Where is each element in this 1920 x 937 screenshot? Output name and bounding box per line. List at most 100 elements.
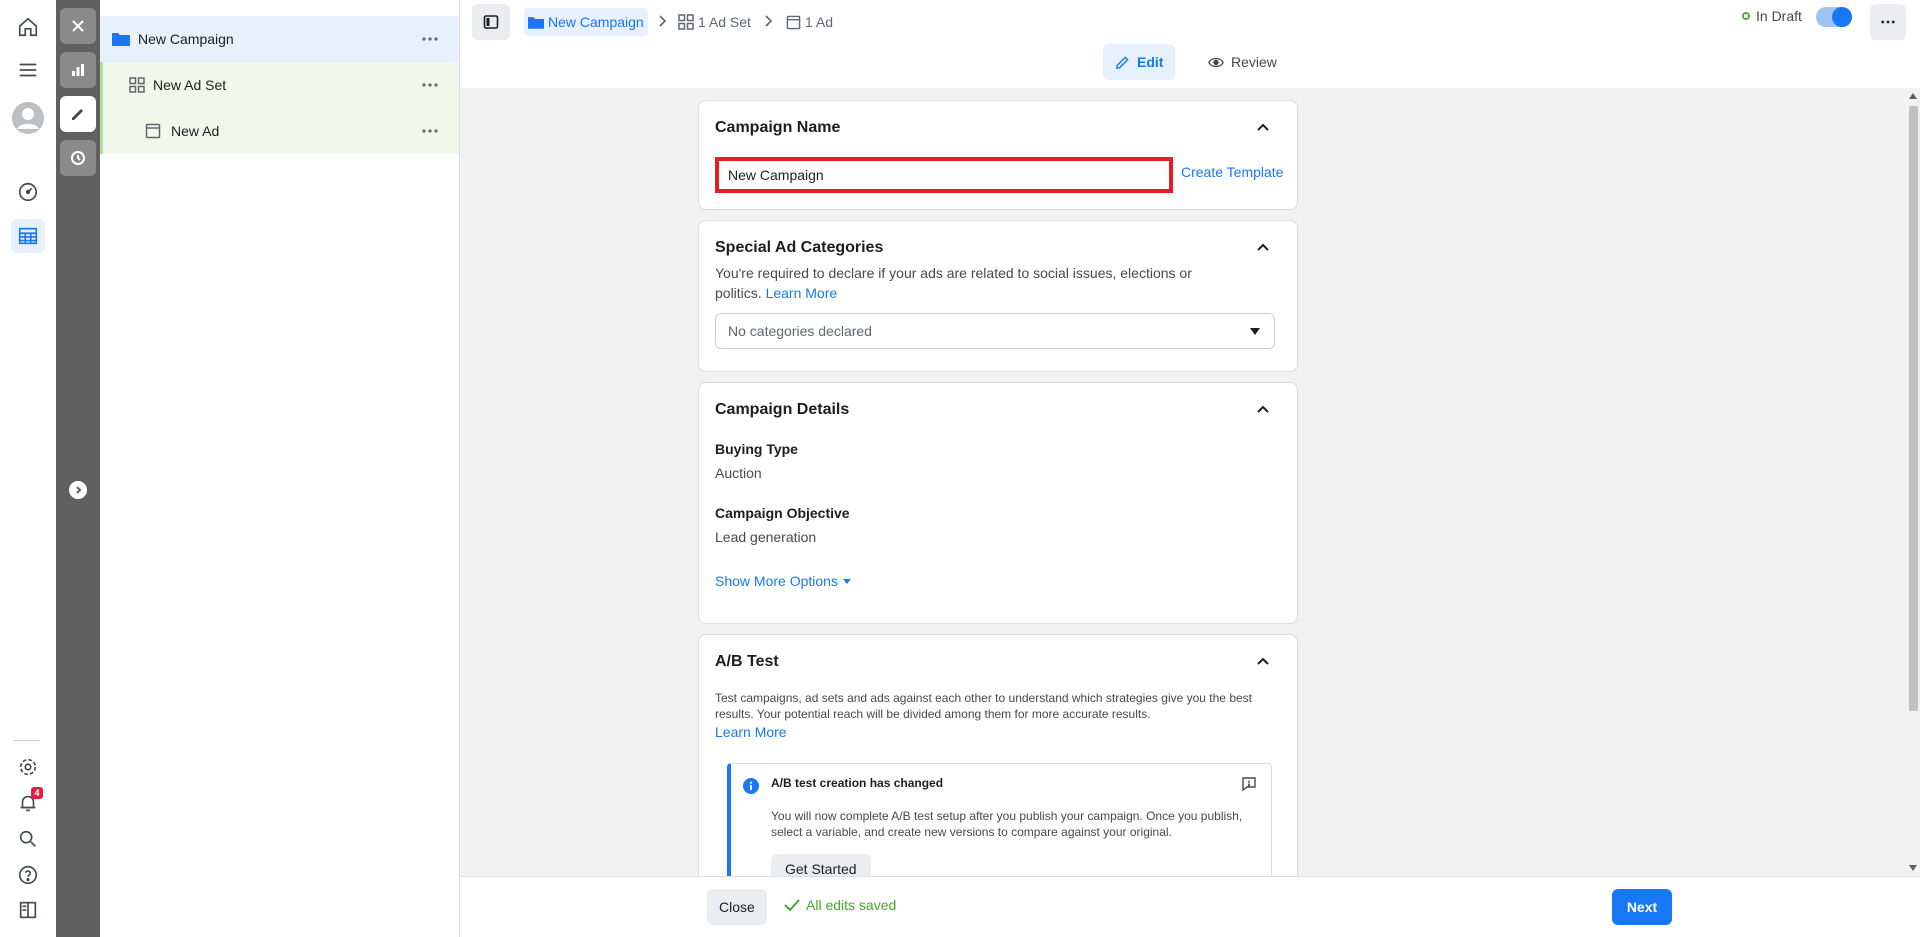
- eye-icon: [1208, 57, 1224, 67]
- more-options-icon[interactable]: [421, 77, 439, 93]
- notification-badge: 4: [31, 787, 43, 799]
- special-ad-categories-card: Special Ad Categories You're required to…: [698, 220, 1298, 372]
- ab-test-notice: A/B test creation has changed You will n…: [727, 763, 1272, 876]
- special-categories-select[interactable]: No categories declared: [715, 313, 1275, 349]
- campaign-tree-panel: New Campaign New Ad Set New Ad: [100, 0, 460, 937]
- ad-icon: [786, 15, 801, 29]
- feedback-panel-icon[interactable]: [11, 893, 45, 927]
- more-options-button[interactable]: [1870, 4, 1906, 40]
- close-editor-button[interactable]: [60, 8, 96, 44]
- buying-type-value: Auction: [715, 465, 762, 481]
- collapse-caret-icon[interactable]: [1257, 657, 1269, 665]
- avatar[interactable]: [11, 101, 45, 135]
- search-icon[interactable]: [11, 822, 45, 856]
- collapse-caret-icon[interactable]: [1257, 243, 1269, 251]
- chevron-right-icon: [765, 15, 773, 27]
- settings-icon[interactable]: [11, 750, 45, 784]
- campaign-name-input[interactable]: New Campaign: [715, 157, 1173, 193]
- caret-down-icon: [1250, 328, 1260, 335]
- create-template-link[interactable]: Create Template: [1181, 164, 1283, 180]
- performance-gauge-icon[interactable]: [11, 175, 45, 209]
- caret-down-icon: [842, 578, 851, 584]
- more-options-icon: [1881, 20, 1895, 24]
- close-button[interactable]: Close: [707, 889, 767, 925]
- card-title: Special Ad Categories: [715, 239, 884, 256]
- feedback-icon[interactable]: [1241, 776, 1257, 792]
- tree-item-label: New Ad: [171, 123, 220, 139]
- ad-set-grid-icon: [678, 14, 694, 30]
- ab-test-description: Test campaigns, ad sets and ads against …: [715, 691, 1252, 721]
- card-title: Campaign Details: [715, 401, 850, 418]
- collapse-caret-icon[interactable]: [1257, 405, 1269, 413]
- buying-type-label: Buying Type: [715, 441, 798, 457]
- global-nav: 4: [0, 0, 56, 937]
- breadcrumb-campaign[interactable]: New Campaign: [524, 8, 648, 36]
- review-mode-button[interactable]: Review: [1196, 44, 1289, 80]
- edit-mode-button[interactable]: Edit: [1103, 44, 1176, 80]
- get-started-button[interactable]: Get Started: [771, 854, 871, 876]
- edit-pencil-icon[interactable]: [60, 96, 96, 132]
- editor-content: Campaign Name New Campaign Create Templa…: [460, 88, 1920, 876]
- toggle-tree-panel-button[interactable]: [472, 4, 510, 40]
- editor-header: New Campaign 1 Ad Set 1 Ad In Draft Edit…: [460, 0, 1920, 88]
- content-scrollbar[interactable]: [1906, 88, 1920, 876]
- learn-more-link[interactable]: Learn More: [766, 285, 838, 301]
- learn-more-link[interactable]: Learn More: [715, 724, 787, 740]
- campaign-objective-label: Campaign Objective: [715, 505, 850, 521]
- save-status-label: All edits saved: [806, 897, 897, 913]
- expand-panel-icon[interactable]: [69, 481, 87, 499]
- breadcrumb-label: 1 Ad: [805, 14, 834, 30]
- toggle-knob: [1832, 7, 1852, 27]
- notice-body: You will now complete A/B test setup aft…: [771, 809, 1243, 839]
- show-more-options-link[interactable]: Show More Options: [715, 573, 851, 589]
- tree-item-label: New Campaign: [138, 31, 234, 47]
- scroll-down-arrow-icon[interactable]: [1909, 865, 1917, 871]
- ab-test-card: A/B Test Test campaigns, ad sets and ads…: [698, 634, 1298, 876]
- more-options-icon[interactable]: [421, 31, 439, 47]
- history-clock-icon[interactable]: [60, 140, 96, 176]
- campaign-objective-value: Lead generation: [715, 529, 817, 545]
- folder-icon: [528, 16, 544, 29]
- nav-divider: [14, 740, 40, 741]
- status-label: In Draft: [1756, 8, 1802, 24]
- chevron-right-icon: [659, 15, 667, 27]
- notifications-icon[interactable]: 4: [11, 786, 45, 820]
- editor-footer: Close All edits saved Next: [460, 876, 1920, 937]
- edit-pencil-icon: [1116, 55, 1129, 69]
- card-description: You're required to declare if your ads a…: [715, 263, 1215, 303]
- next-button[interactable]: Next: [1612, 889, 1672, 925]
- draft-status: In Draft: [1742, 8, 1802, 24]
- breadcrumb-ad-set[interactable]: 1 Ad Set: [678, 8, 751, 36]
- tree-item-campaign[interactable]: New Campaign: [100, 16, 459, 62]
- collapse-caret-icon[interactable]: [1257, 123, 1269, 131]
- tree-item-ad-set[interactable]: New Ad Set: [100, 62, 459, 108]
- more-options-icon[interactable]: [421, 123, 439, 139]
- breadcrumb-ad[interactable]: 1 Ad: [786, 8, 833, 36]
- campaign-details-card: Campaign Details Buying Type Auction Cam…: [698, 382, 1298, 624]
- breadcrumb-label: 1 Ad Set: [698, 14, 751, 30]
- tree-item-label: New Ad Set: [153, 77, 227, 93]
- ad-icon: [145, 123, 161, 139]
- help-icon[interactable]: [11, 858, 45, 892]
- editor-tool-strip: [56, 0, 100, 937]
- ab-test-learn-more: Learn More: [715, 722, 1215, 742]
- ad-set-grid-icon: [129, 77, 145, 93]
- chart-icon[interactable]: [60, 52, 96, 88]
- ads-manager-table-icon[interactable]: [11, 219, 45, 253]
- menu-icon[interactable]: [11, 53, 45, 87]
- show-more-label: Show More Options: [715, 573, 838, 589]
- select-value: No categories declared: [728, 323, 872, 339]
- draft-toggle[interactable]: [1816, 7, 1852, 27]
- card-title: Campaign Name: [715, 119, 841, 136]
- breadcrumb-label: New Campaign: [548, 14, 644, 30]
- scrollbar-thumb[interactable]: [1909, 106, 1918, 711]
- folder-icon: [112, 33, 130, 46]
- scroll-up-arrow-icon[interactable]: [1909, 93, 1917, 99]
- home-icon[interactable]: [11, 10, 45, 44]
- tree-item-ad[interactable]: New Ad: [100, 108, 459, 154]
- mode-label: Edit: [1137, 54, 1164, 70]
- info-icon: [743, 778, 759, 794]
- notice-title: A/B test creation has changed: [771, 776, 944, 790]
- mode-label: Review: [1231, 54, 1277, 70]
- campaign-name-card: Campaign Name New Campaign Create Templa…: [698, 100, 1298, 210]
